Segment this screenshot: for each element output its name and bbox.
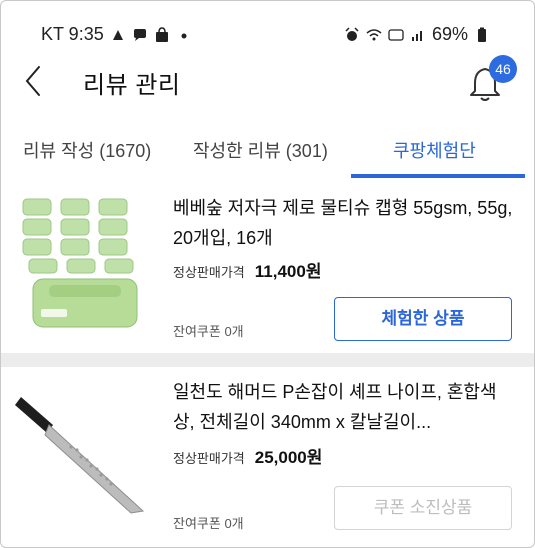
shopping-bag-icon: [155, 26, 168, 42]
price-label: 정상판매가격: [173, 451, 245, 466]
remaining-coupons: 잔여쿠폰 0개: [173, 516, 244, 531]
price-row: 정상판매가격 11,400원: [173, 257, 321, 282]
price-label: 정상판매가격: [173, 265, 245, 280]
active-tab-indicator: [351, 174, 525, 178]
app-header: 리뷰 관리: [1, 53, 534, 109]
tab-coupang-experience[interactable]: 쿠팡체험단: [393, 137, 476, 163]
experienced-product-button[interactable]: 체험한 상품: [334, 297, 512, 341]
wet-wipes-thumbnail: [22, 198, 138, 328]
alarm-icon: [345, 26, 359, 41]
battery-icon: [478, 27, 486, 42]
price-value: 25,000원: [254, 448, 323, 467]
back-arrow-icon[interactable]: [21, 61, 47, 101]
product-name[interactable]: 일천도 해머드 P손잡이 셰프 나이프, 혼합색상, 전체길이 340mm x …: [173, 377, 518, 437]
chef-knife-thumbnail: [15, 397, 145, 514]
screen: KT 9:35 69% 리뷰 관리 46 리뷰 작성 (1670) 작성한 리뷰: [0, 0, 535, 548]
hd-icon: [388, 28, 404, 41]
tab-bar: 리뷰 작성 (1670) 작성한 리뷰 (301) 쿠팡체험단: [1, 123, 534, 179]
price-value: 11,400원: [254, 262, 322, 281]
notification-badge: 46: [489, 55, 517, 83]
battery-level: 69%: [431, 24, 468, 44]
status-left: KT 9:35: [41, 24, 192, 45]
status-right: 69%: [344, 24, 490, 45]
list-item: 베베숲 저자극 제로 물티슈 캡형 55gsm, 55g, 20개입, 16개 …: [1, 181, 534, 353]
product-name[interactable]: 베베숲 저자극 제로 물티슈 캡형 55gsm, 55g, 20개입, 16개: [173, 193, 518, 253]
price-row: 정상판매가격 25,000원: [173, 443, 322, 468]
notification-app-icon: [112, 29, 123, 40]
chat-icon: [133, 28, 146, 41]
coupon-exhausted-button[interactable]: 쿠폰 소진상품: [334, 486, 512, 530]
page-title: 리뷰 관리: [83, 72, 181, 99]
dot-icon: [181, 33, 187, 38]
wifi-icon: [366, 28, 382, 40]
status-bar: KT 9:35 69%: [1, 1, 534, 47]
remaining-coupons: 잔여쿠폰 0개: [173, 324, 244, 339]
divider: [1, 353, 534, 367]
tab-write-review[interactable]: 리뷰 작성 (1670): [23, 137, 151, 163]
list-item: 일천도 해머드 P손잡이 셰프 나이프, 혼합색상, 전체길이 340mm x …: [1, 367, 534, 547]
signal-icon: [411, 30, 422, 41]
carrier-time: KT 9:35: [41, 24, 104, 44]
tab-written-reviews[interactable]: 작성한 리뷰 (301): [193, 137, 328, 163]
